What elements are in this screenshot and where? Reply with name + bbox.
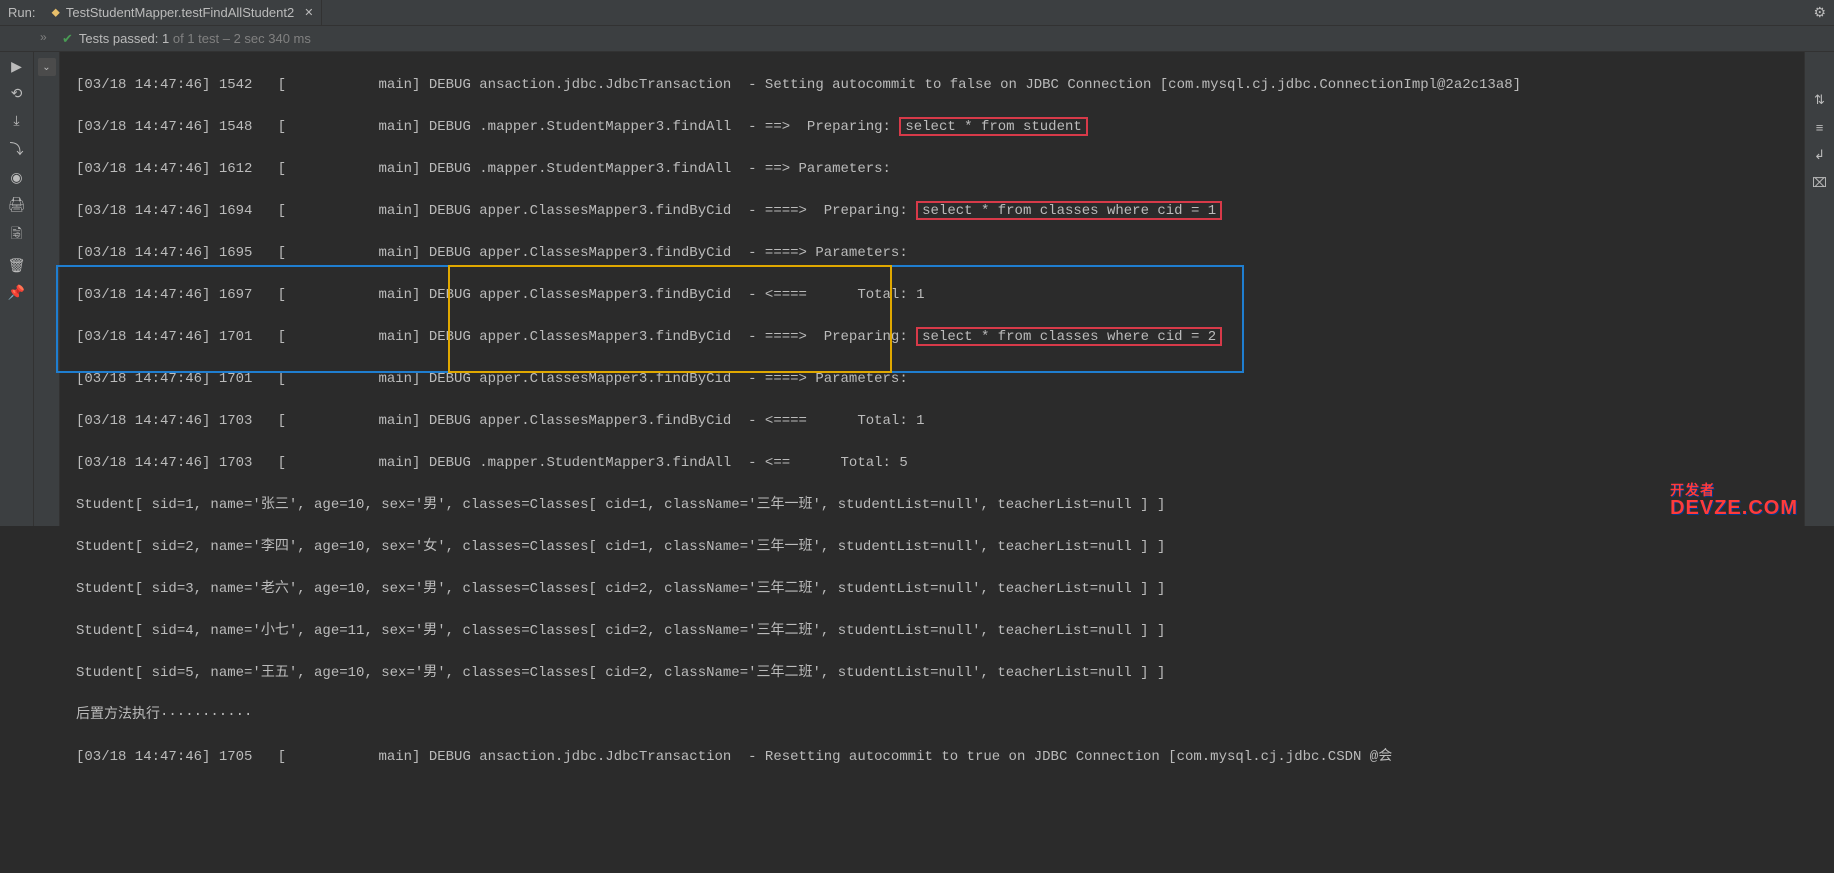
log-line: [03/18 14:47:46] 1705 [ main] DEBUG ansa… <box>76 747 1804 768</box>
run-tab[interactable]: ⬥ TestStudentMapper.testFindAllStudent2 … <box>43 0 322 25</box>
log-line: Student[ sid=1, name='张三', age=10, sex='… <box>76 495 1804 516</box>
watermark: 开发者 DEVZE.COM <box>1670 483 1798 520</box>
target-icon[interactable]: ◉ <box>7 169 27 186</box>
log-line: 后置方法执行··········· <box>76 705 1804 726</box>
log-line: [03/18 14:47:46] 1542 [ main] DEBUG ansa… <box>76 75 1804 96</box>
print-icon[interactable]: 🖨 <box>7 196 27 213</box>
clear-icon[interactable]: ⌧ <box>1812 175 1827 191</box>
run-icon[interactable]: ▶ <box>7 58 27 75</box>
pin-icon[interactable]: 📌 <box>7 284 27 301</box>
log-line: Student[ sid=5, name='王五', age=10, sex='… <box>76 663 1804 684</box>
step-icon[interactable]: ⤓ <box>7 112 27 129</box>
right-toolbar: ⇅ ≡ ↲ ⌧ <box>1804 52 1834 526</box>
orange-highlight-box <box>448 265 892 373</box>
log-line: [03/18 14:47:46] 1695 [ main] DEBUG appe… <box>76 243 1804 264</box>
log-line: [03/18 14:47:46] 1701 [ main] DEBUG appe… <box>76 369 1804 390</box>
scroll-icon[interactable]: ↲ <box>1814 147 1825 163</box>
sql-highlight: select * from classes where cid = 2 <box>916 327 1222 346</box>
sql-highlight: select * from classes where cid = 1 <box>916 201 1222 220</box>
log-line: Student[ sid=2, name='李四', age=10, sex='… <box>76 537 1804 558</box>
run-header: Run: ⬥ TestStudentMapper.testFindAllStud… <box>0 0 1834 26</box>
main-area: ▶ ⟲ ⤓ ⤵ ◉ 🖨 🗟 🗑 📌 ⌄ [03/18 14:47:46] 154… <box>0 52 1834 526</box>
rerun-icon[interactable]: ⟲ <box>7 85 27 102</box>
run-label: Run: <box>8 5 35 20</box>
blue-highlight-box <box>56 265 1244 373</box>
console-output[interactable]: [03/18 14:47:46] 1542 [ main] DEBUG ansa… <box>60 52 1804 526</box>
tab-title: TestStudentMapper.testFindAllStudent2 <box>66 5 294 20</box>
collapse-arrow-icon[interactable]: ⌄ <box>38 58 56 76</box>
collapse-gutter: ⌄ <box>34 52 60 526</box>
close-icon[interactable]: ✕ <box>304 6 313 19</box>
log-line: [03/18 14:47:46] 1703 [ main] DEBUG .map… <box>76 453 1804 474</box>
stop-icon[interactable]: ⤵ <box>7 139 27 159</box>
log-line: Student[ sid=4, name='小七', age=11, sex='… <box>76 621 1804 642</box>
test-status-bar: » ✔ Tests passed: 1 of 1 test – 2 sec 34… <box>0 26 1834 52</box>
trash-icon[interactable]: 🗑 <box>7 257 27 274</box>
expand-chevrons-icon[interactable]: » <box>40 30 47 44</box>
tests-passed-text: Tests passed: 1 of 1 test – 2 sec 340 ms <box>79 31 311 46</box>
log-line: [03/18 14:47:46] 1703 [ main] DEBUG appe… <box>76 411 1804 432</box>
log-line: [03/18 14:47:46] 1548 [ main] DEBUG .map… <box>76 117 1804 138</box>
log-line: [03/18 14:47:46] 1612 [ main] DEBUG .map… <box>76 159 1804 180</box>
test-file-icon: ⬥ <box>51 5 59 20</box>
left-toolbar: ▶ ⟲ ⤓ ⤵ ◉ 🖨 🗟 🗑 📌 <box>0 52 34 526</box>
log-line: [03/18 14:47:46] 1701 [ main] DEBUG appe… <box>76 327 1804 348</box>
sort-icon[interactable]: ⇅ <box>1814 92 1825 108</box>
log-line: Student[ sid=3, name='老六', age=10, sex='… <box>76 579 1804 600</box>
gear-icon[interactable]: ⚙ <box>1813 4 1826 21</box>
sql-highlight: select * from student <box>899 117 1087 136</box>
layout-icon[interactable]: 🗟 <box>7 223 27 247</box>
log-line: [03/18 14:47:46] 1697 [ main] DEBUG appe… <box>76 285 1804 306</box>
log-line: [03/18 14:47:46] 1694 [ main] DEBUG appe… <box>76 201 1804 222</box>
wrap-icon[interactable]: ≡ <box>1816 120 1824 135</box>
check-icon: ✔ <box>62 31 73 47</box>
